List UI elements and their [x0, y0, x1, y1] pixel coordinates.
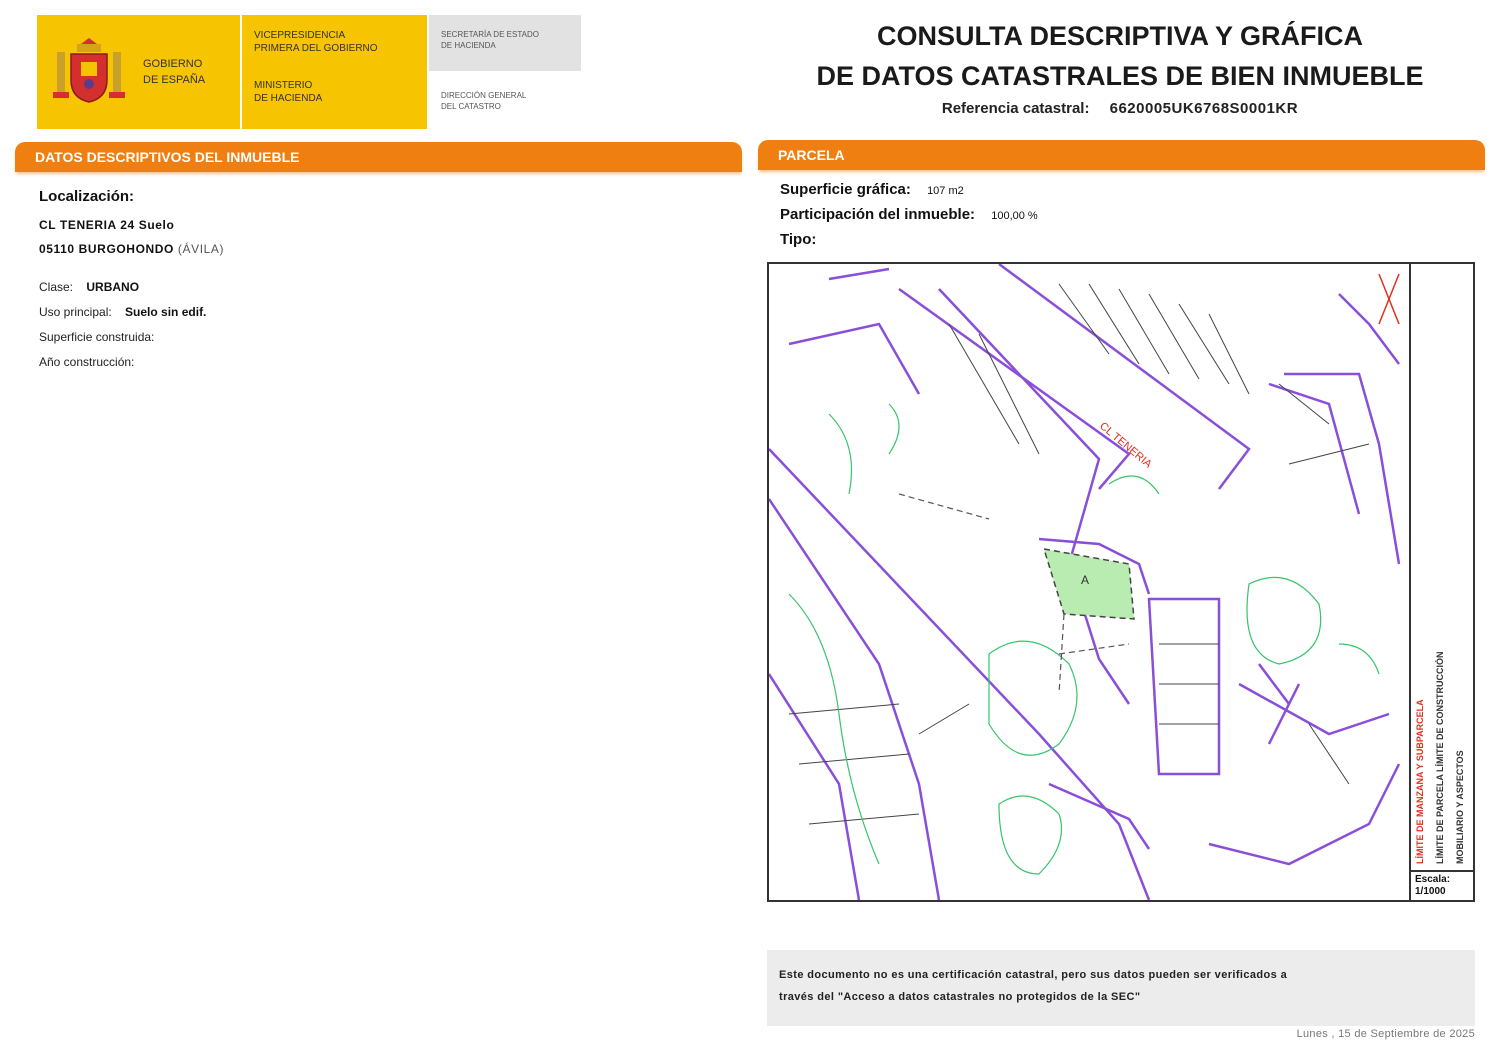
uso-value: Suelo sin edif. — [125, 305, 207, 319]
legend-right-column: MOBILIARIO Y ASPECTOS — [1455, 750, 1465, 864]
clase-row: Clase: URBANO — [39, 275, 224, 300]
tipo-row: Tipo: — [780, 228, 1038, 252]
ref-label: Referencia catastral: — [941, 100, 1090, 117]
government-name: GOBIERNO DE ESPAÑA — [143, 56, 205, 88]
map-scale: Escala: 1/1000 — [1411, 870, 1475, 900]
disclaimer-line1: Este documento no es una certificación c… — [779, 969, 1288, 981]
address-province: (ÁVILA) — [177, 242, 225, 256]
participacion-row: Participación del inmueble: 100,00 % — [780, 203, 1038, 228]
ministry-panel: VICEPRESIDENCIA PRIMERA DEL GOBIERNO MIN… — [242, 15, 427, 129]
document-date: Lunes , 15 de Septiembre de 2025 — [1296, 1028, 1475, 1040]
cadastral-reference: Referencia catastral: 6620005UK6768S0001… — [760, 100, 1480, 117]
clase-label: Clase: — [39, 280, 74, 294]
location-label: Localización: — [39, 188, 135, 205]
cadastral-map[interactable]: A CL TENERIA LÍMITE DE MANZANA Y SUBPARC… — [767, 262, 1475, 902]
property-description: Localización: CL TENERIA 24 Suelo 05110 … — [39, 188, 224, 375]
title-line1: CONSULTA DESCRIPTIVA Y GRÁFICA — [876, 21, 1364, 51]
scale-value: 1/1000 — [1415, 886, 1446, 897]
address-line1: CL TENERIA 24 Suelo — [39, 218, 175, 232]
clase-value: URBANO — [86, 280, 140, 294]
directorate-line1: DIRECCIÓN GENERAL — [441, 91, 527, 100]
anio-row: Año construcción: — [39, 350, 224, 375]
superficie-construida-label: Superficie construida: — [39, 330, 155, 344]
government-logo-block: GOBIERNO DE ESPAÑA VICEPRESIDENCIA PRIME… — [37, 15, 427, 129]
disclaimer-box: Este documento no es una certificación c… — [767, 950, 1475, 1026]
parcel-letter-a: A — [1081, 573, 1089, 587]
parcel-header: PARCELA — [758, 140, 1485, 170]
address-town: 05110 BURGOHONDO — [39, 242, 174, 256]
coat-of-arms-icon — [53, 38, 125, 103]
superficie-grafica-row: Superficie gráfica: 107 m2 — [780, 178, 1038, 203]
address-line2: 05110 BURGOHONDO (ÁVILA) — [39, 237, 224, 261]
secretariat-block: SECRETARÍA DE ESTADO DE HACIENDA — [429, 15, 581, 71]
street-label: CL TENERIA — [1097, 420, 1154, 471]
superficie-grafica-label: Superficie gráfica: — [780, 181, 911, 198]
gov-name-line2: DE ESPAÑA — [143, 74, 206, 86]
uso-label: Uso principal: — [39, 305, 112, 319]
vice-presidency-line1: VICEPRESIDENCIA — [254, 30, 346, 41]
legend-mid-column: LÍMITE DE PARCELA LÍMITE DE CONSTRUCCIÓN — [1435, 651, 1445, 865]
superficie-grafica-value: 107 m2 — [927, 185, 964, 197]
descriptive-data-header: DATOS DESCRIPTIVOS DEL INMUEBLE — [15, 142, 742, 172]
gov-left-panel: GOBIERNO DE ESPAÑA — [37, 15, 242, 129]
vice-presidency-line2: PRIMERA DEL GOBIERNO — [254, 43, 378, 54]
secretariat-line1: SECRETARÍA DE ESTADO — [441, 30, 539, 39]
ref-value: 6620005UK6768S0001KR — [1109, 100, 1299, 117]
anio-label: Año construcción: — [39, 355, 135, 369]
map-drawing: A CL TENERIA — [769, 264, 1401, 900]
title-line2: DE DATOS CATASTRALES DE BIEN INMUEBLE — [816, 61, 1424, 91]
directorate-block: DIRECCIÓN GENERAL DEL CATASTRO — [441, 90, 526, 112]
uso-row: Uso principal: Suelo sin edif. — [39, 300, 224, 325]
tipo-label: Tipo: — [780, 231, 817, 248]
secretariat-line2: DE HACIENDA — [441, 41, 496, 50]
vegetation-lines — [788, 403, 1380, 875]
map-legend: LÍMITE DE MANZANA Y SUBPARCELA LÍMITE DE… — [1409, 264, 1475, 900]
directorate-line2: DEL CATASTRO — [441, 102, 501, 111]
document-title: CONSULTA DESCRIPTIVA Y GRÁFICA DE DATOS … — [760, 16, 1480, 96]
map-red-labels — [1378, 273, 1400, 325]
scale-label: Escala: — [1415, 874, 1451, 885]
parcel-info: Superficie gráfica: 107 m2 Participación… — [780, 178, 1038, 252]
disclaimer-line2: través del "Acceso a datos catastrales n… — [779, 991, 1141, 1003]
participacion-label: Participación del inmueble: — [780, 206, 976, 223]
superficie-construida-row: Superficie construida: — [39, 325, 224, 350]
gov-name-line1: GOBIERNO — [143, 58, 203, 70]
ministry-line2: DE HACIENDA — [254, 93, 323, 104]
legend-red-column: LÍMITE DE MANZANA Y SUBPARCELA — [1415, 699, 1425, 864]
participacion-value: 100,00 % — [991, 210, 1038, 222]
ministry-line1: MINISTERIO — [254, 80, 313, 91]
building-lines — [788, 283, 1370, 825]
